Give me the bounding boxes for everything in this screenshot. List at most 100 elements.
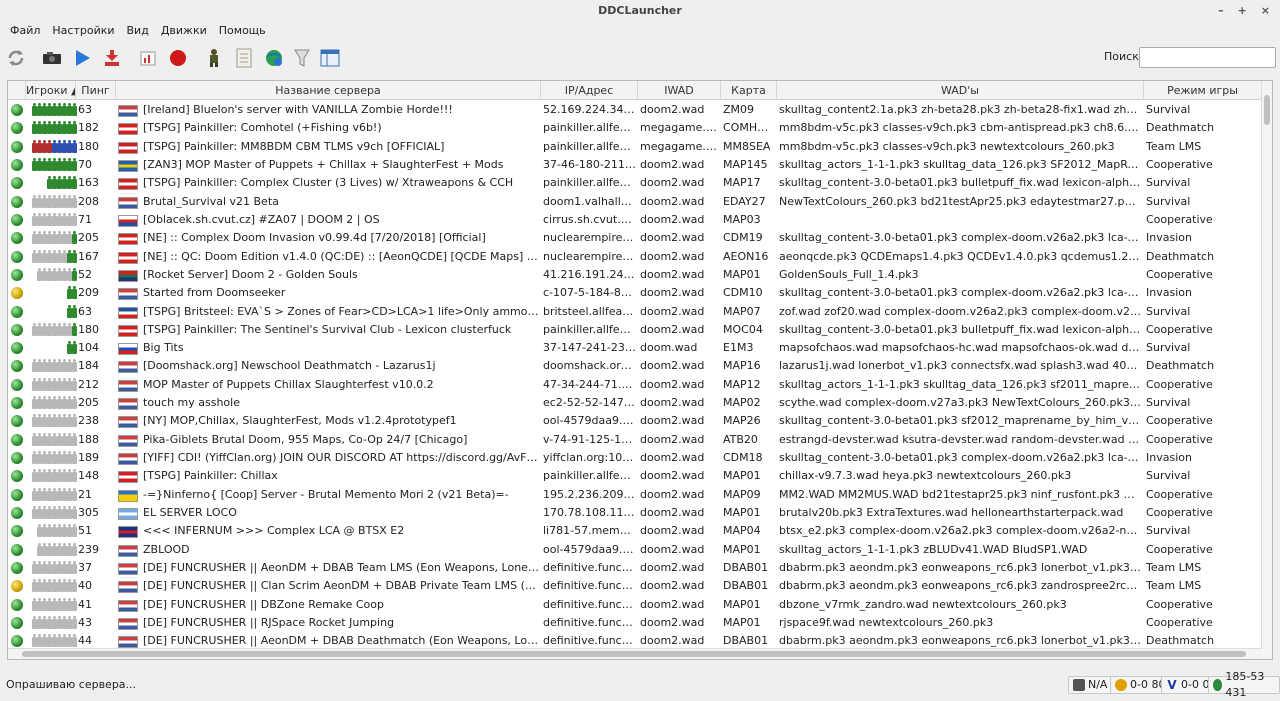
soldier-icon[interactable] bbox=[202, 46, 226, 70]
player-icon bbox=[72, 542, 77, 556]
server-row[interactable]: 51 <<< INFERNUM >>> Complex LCA @ BTSX E2… bbox=[8, 522, 1262, 540]
country-flag-icon bbox=[118, 269, 138, 282]
server-name-cell: MOP Master of Puppets Chillax Slaughterf… bbox=[143, 377, 434, 391]
game-mode-cell: Team LMS bbox=[1146, 579, 1202, 593]
chart-icon[interactable] bbox=[136, 46, 160, 70]
player-icon bbox=[72, 469, 77, 483]
server-row[interactable]: 238 [NY] MOP,Chillax, SlaughterFest, Mods… bbox=[8, 412, 1262, 430]
map-cell: MOC04 bbox=[723, 322, 763, 336]
game-mode-cell: Survival bbox=[1146, 524, 1191, 538]
column-header-ping[interactable]: Пинг bbox=[76, 81, 116, 100]
server-row[interactable]: 41 [DE] FUNCRUSHER || DBZone Remake Coop d… bbox=[8, 596, 1262, 614]
global-status[interactable]: 185-53 431 bbox=[1208, 670, 1280, 699]
address-cell: painkiller.allfearth... bbox=[543, 121, 636, 135]
server-row[interactable]: 37 [DE] FUNCRUSHER || AeonDM + DBAB Team … bbox=[8, 559, 1262, 577]
server-row[interactable]: 205 touch my asshole ec2-52-52-147-37... do… bbox=[8, 394, 1262, 412]
player-slots bbox=[27, 286, 77, 300]
maximize-button[interactable]: + bbox=[1238, 0, 1247, 22]
player-icon bbox=[72, 396, 77, 410]
horizontal-scrollbar-thumb[interactable] bbox=[22, 651, 1246, 657]
server-list[interactable]: Игроки ▲ Пинг Название сервера IP/Адрес … bbox=[7, 80, 1273, 660]
menu-view[interactable]: Вид bbox=[121, 22, 155, 40]
search-input[interactable] bbox=[1139, 47, 1276, 68]
server-row[interactable]: 239 ZBLOOD ool-4579daa9.dyn... doom2.wad MAP… bbox=[8, 541, 1262, 559]
server-row[interactable]: 180 [TSPG] Painkiller: MM8BDM CBM TLMS v9… bbox=[8, 138, 1262, 156]
server-row[interactable]: 208 Brutal_Survival v21 Beta doom1.valhall… bbox=[8, 193, 1262, 211]
country-flag-icon bbox=[118, 105, 138, 117]
address-cell: v-74-91-125-154.u... bbox=[543, 432, 636, 446]
player-slots bbox=[27, 524, 77, 538]
game-mode-cell: Cooperative bbox=[1146, 157, 1213, 171]
record-icon[interactable] bbox=[166, 46, 190, 70]
server-row[interactable]: 188 Pika-Giblets Brutal Doom, 955 Maps, C… bbox=[8, 431, 1262, 449]
server-row[interactable]: 212 MOP Master of Puppets Chillax Slaught… bbox=[8, 376, 1262, 394]
filter-icon[interactable] bbox=[290, 46, 314, 70]
map-cell: MAP01 bbox=[723, 506, 761, 520]
wads-cell: GoldenSouls_Full_1.4.pk3 bbox=[779, 267, 919, 281]
server-row[interactable]: 43 [DE] FUNCRUSHER || RJSpace Rocket Jump… bbox=[8, 614, 1262, 632]
server-status-icon bbox=[11, 598, 23, 611]
server-row[interactable]: 182 [TSPG] Painkiller: Comhotel (+Fishing… bbox=[8, 119, 1262, 137]
server-row[interactable]: 209 Started from Doomseeker c-107-5-184-81… bbox=[8, 284, 1262, 302]
server-row[interactable]: 180 [TSPG] Painkiller: The Sentinel's Sur… bbox=[8, 321, 1262, 339]
server-row[interactable]: 63 [TSPG] Britsteel: EVA`S > Zones of Fea… bbox=[8, 303, 1262, 321]
window-icon[interactable] bbox=[318, 46, 342, 70]
column-header-name[interactable]: Название сервера bbox=[116, 81, 541, 100]
server-row[interactable]: 52 [Rocket Server] Doom 2 - Golden Souls 4… bbox=[8, 266, 1262, 284]
server-row[interactable]: 63 [Ireland] BlueIon's server with VANILL… bbox=[8, 101, 1262, 119]
wads-cell: skulltag_content-3.0-beta01.pk3 bulletpu… bbox=[779, 176, 1141, 190]
server-name-cell: [DE] FUNCRUSHER || Clan Scrim AeonDM + D… bbox=[143, 579, 539, 593]
country-flag-icon bbox=[118, 563, 138, 575]
download-icon[interactable] bbox=[100, 46, 124, 70]
server-row[interactable]: 163 [TSPG] Painkiller: Complex Cluster (3… bbox=[8, 174, 1262, 192]
globe-icon[interactable] bbox=[262, 46, 286, 70]
column-header-address[interactable]: IP/Адрес bbox=[541, 81, 638, 100]
server-row[interactable]: 205 [NE] :: Complex Doom Invasion v0.99.4… bbox=[8, 229, 1262, 247]
network-status-label: N/A bbox=[1088, 678, 1108, 691]
server-row[interactable]: 104 Big Tits 37-147-241-235.br... doom.wad E… bbox=[8, 339, 1262, 357]
server-row[interactable]: 305 EL SERVER LOCO 170.78.108.110:22... doo… bbox=[8, 504, 1262, 522]
menu-file[interactable]: Файл bbox=[4, 22, 46, 40]
server-row[interactable]: 71 [Oblacek.sh.cvut.cz] #ZA07 | DOOM 2 | … bbox=[8, 211, 1262, 229]
server-row[interactable]: 40 [DE] FUNCRUSHER || Clan Scrim AeonDM +… bbox=[8, 577, 1262, 595]
column-header-iwad[interactable]: IWAD bbox=[638, 81, 721, 100]
server-row[interactable]: 21 -=}Ninferno{ [Coop] Server - Brutal Me… bbox=[8, 486, 1262, 504]
column-header-status[interactable] bbox=[8, 81, 26, 100]
status-text: Опрашиваю сервера... bbox=[6, 678, 137, 691]
camera-icon[interactable] bbox=[40, 46, 64, 70]
server-status-icon bbox=[11, 452, 23, 465]
column-header-players[interactable]: Игроки ▲ bbox=[26, 81, 76, 100]
notes-icon[interactable] bbox=[232, 46, 256, 70]
column-header-mode[interactable]: Режим игры bbox=[1144, 81, 1262, 100]
menu-help[interactable]: Помощь bbox=[213, 22, 272, 40]
iwad-cell: doom2.wad bbox=[640, 615, 705, 629]
refresh-icon[interactable] bbox=[4, 46, 28, 70]
close-button[interactable]: × bbox=[1261, 0, 1270, 22]
network-status[interactable]: N/A bbox=[1068, 676, 1113, 694]
minimize-button[interactable]: – bbox=[1218, 0, 1224, 22]
server-row[interactable]: 189 [YIFF] CDI! (YiffClan.org) JOIN OUR D… bbox=[8, 449, 1262, 467]
address-cell: yiffclan.org:10666 bbox=[543, 451, 636, 465]
server-status-icon bbox=[11, 177, 23, 190]
address-cell: 47-34-244-71.dhcp... bbox=[543, 377, 636, 391]
play-icon[interactable] bbox=[70, 46, 94, 70]
column-header-wads[interactable]: WAD'ы bbox=[777, 81, 1144, 100]
vertical-scrollbar[interactable] bbox=[1261, 81, 1272, 659]
country-flag-icon bbox=[118, 178, 138, 191]
player-icon bbox=[72, 615, 77, 629]
player-slots bbox=[27, 103, 77, 117]
server-row[interactable]: 148 [TSPG] Painkiller: Chillax painkiller.… bbox=[8, 467, 1262, 485]
column-header-map[interactable]: Карта bbox=[721, 81, 777, 100]
server-row[interactable]: 70 [ZAN3] MOP Master of Puppets + Chillax… bbox=[8, 156, 1262, 174]
v-engine-status[interactable]: V 0-0 0 bbox=[1161, 676, 1215, 694]
v-engine-icon: V bbox=[1167, 678, 1177, 692]
menu-engines[interactable]: Движки bbox=[155, 22, 213, 40]
game-mode-cell: Cooperative bbox=[1146, 615, 1213, 629]
player-icon bbox=[72, 341, 77, 355]
server-row[interactable]: 167 [NE] :: QC: Doom Edition v1.4.0 (QC:D… bbox=[8, 248, 1262, 266]
vertical-scrollbar-thumb[interactable] bbox=[1264, 95, 1270, 125]
menu-settings[interactable]: Настройки bbox=[46, 22, 120, 40]
map-cell: MAP17 bbox=[723, 176, 761, 190]
server-row[interactable]: 184 [Doomshack.org] Newschool Deathmatch … bbox=[8, 357, 1262, 375]
horizontal-scrollbar[interactable] bbox=[8, 648, 1262, 659]
